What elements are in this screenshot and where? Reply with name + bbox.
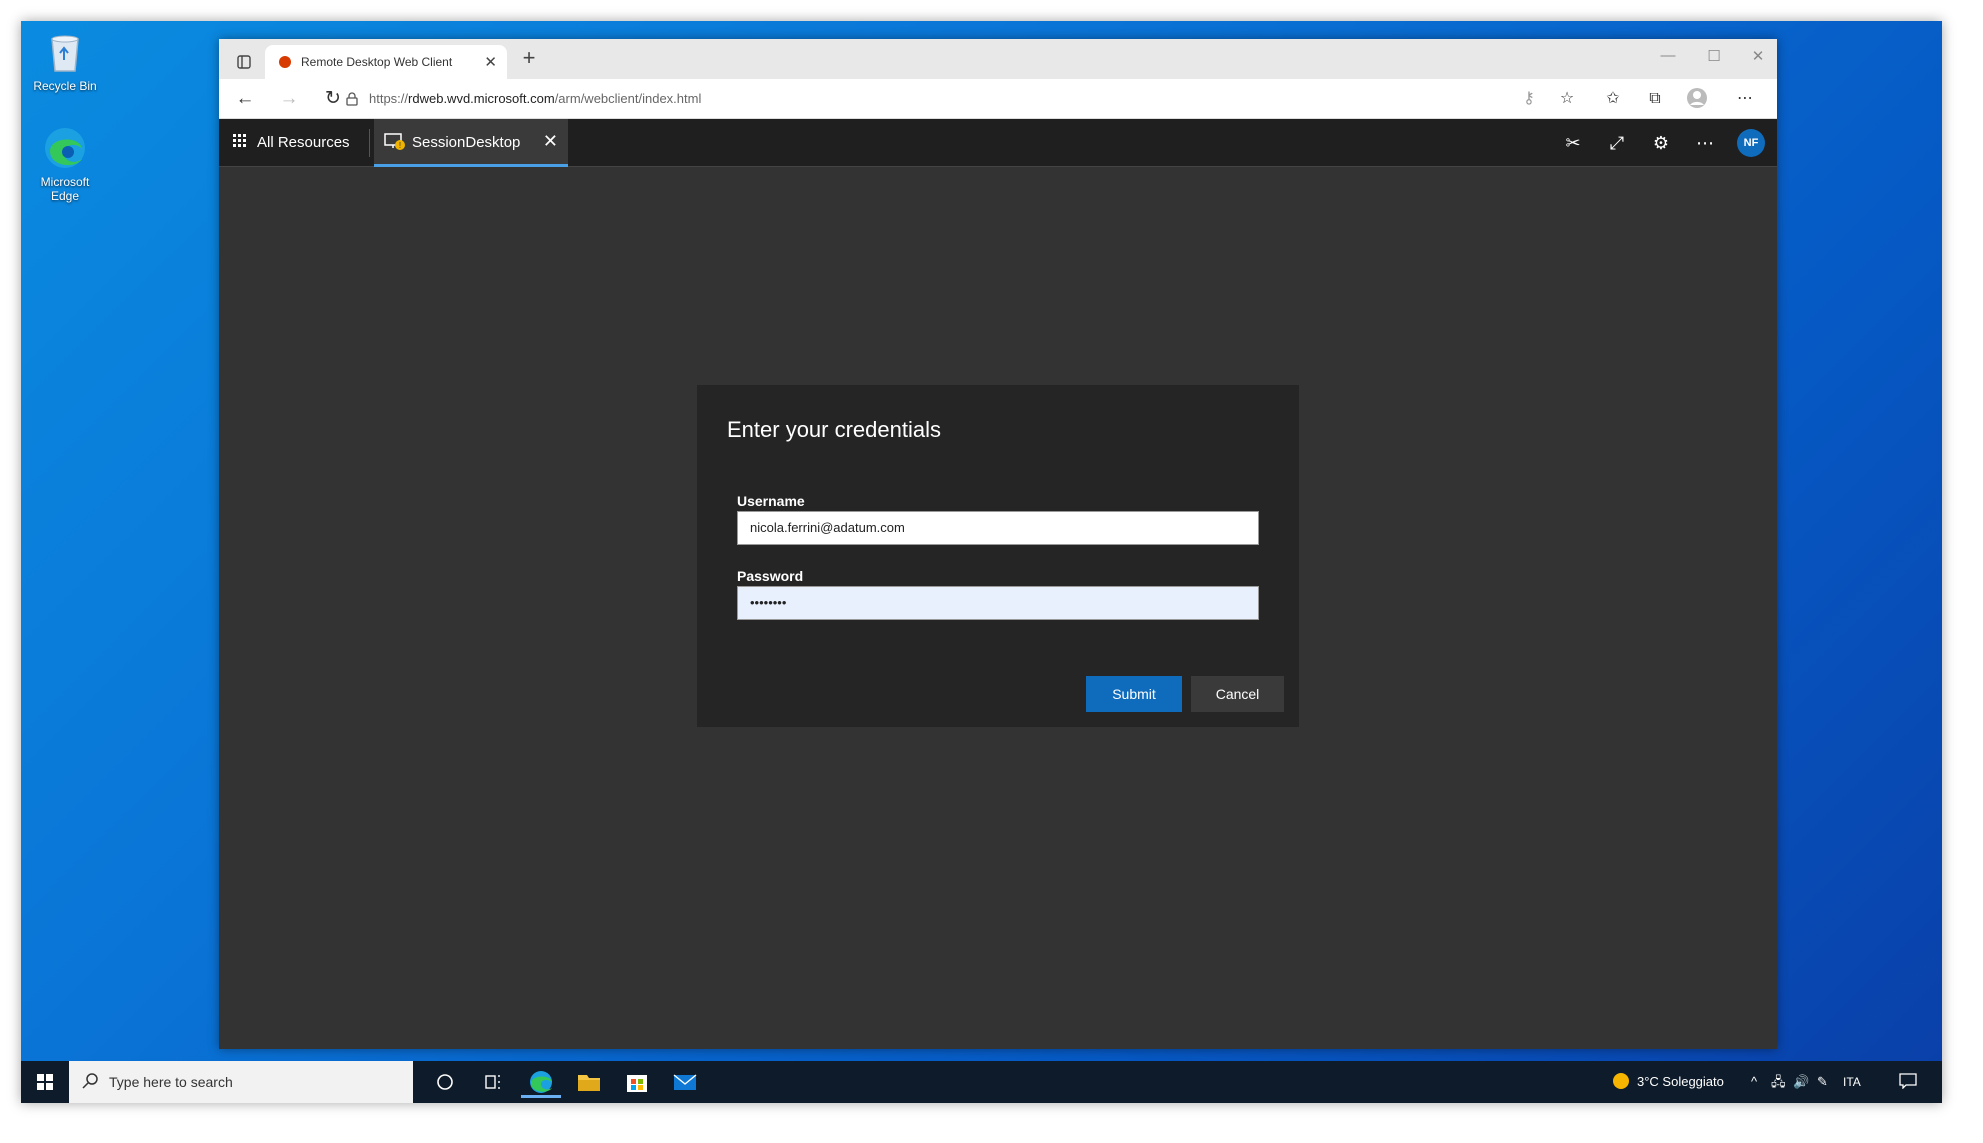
weather-widget[interactable]: 3°C Soleggiato — [1613, 1061, 1724, 1103]
task-view-icon[interactable] — [473, 1066, 513, 1098]
maximize-icon[interactable]: ☐ — [1699, 47, 1729, 65]
session-tab-label: SessionDesktop — [412, 134, 521, 151]
favorites-icon[interactable]: ✩ — [1599, 87, 1627, 111]
forward-icon[interactable]: → — [275, 87, 303, 111]
session-close-icon[interactable]: ✕ — [543, 131, 558, 152]
url-path: /arm/webclient/index.html — [554, 91, 702, 106]
taskbar-edge-icon[interactable] — [521, 1066, 561, 1098]
browser-window: Remote Desktop Web Client ✕ + — ☐ ✕ ← → … — [219, 39, 1777, 1049]
search-icon — [81, 1071, 101, 1091]
sun-icon — [1613, 1073, 1629, 1089]
settings-gear-icon[interactable]: ⚙ — [1647, 131, 1675, 155]
weather-text: 3°C Soleggiato — [1637, 1074, 1724, 1089]
add-favorite-icon[interactable]: ☆ — [1553, 87, 1581, 111]
language-indicator[interactable]: ITA — [1843, 1061, 1861, 1103]
fullscreen-icon[interactable]: ⤢ — [1603, 131, 1631, 155]
tab-close-icon[interactable]: ✕ — [484, 53, 497, 71]
username-label: Username — [737, 493, 805, 509]
edge-shortcut[interactable]: Microsoft Edge — [25, 125, 105, 203]
password-label: Password — [737, 568, 804, 584]
mail-icon[interactable] — [665, 1066, 705, 1098]
credentials-dialog: Enter your credentials Username nicola.f… — [697, 385, 1299, 727]
network-icon[interactable]: 🖧 — [1771, 1061, 1786, 1103]
show-hidden-icons-icon[interactable]: ^ — [1751, 1061, 1757, 1103]
pen-icon[interactable]: ✎ — [1817, 1061, 1828, 1103]
profile-icon[interactable] — [1683, 87, 1711, 111]
taskbar: Type here to search 3°C Soleggiato ^ 🖧 🔊… — [21, 1061, 1942, 1103]
submit-button[interactable]: Submit — [1086, 676, 1182, 712]
url-input[interactable]: https://rdweb.wvd.microsoft.com/arm/webc… — [369, 91, 701, 106]
cancel-button[interactable]: Cancel — [1191, 676, 1284, 712]
recycle-bin-icon — [42, 29, 88, 75]
apps-grid-icon — [233, 120, 247, 147]
error-favicon-icon — [279, 56, 291, 68]
minimize-icon[interactable]: — — [1653, 47, 1683, 64]
key-icon[interactable]: ⚷ — [1515, 87, 1543, 111]
tab-title: Remote Desktop Web Client — [301, 55, 453, 69]
svg-text:!: ! — [399, 141, 401, 150]
unpin-icon[interactable]: ✂ — [1559, 131, 1587, 155]
remote-session-canvas: Enter your credentials Username nicola.f… — [219, 168, 1777, 1049]
start-button[interactable] — [21, 1061, 69, 1103]
url-host: rdweb.wvd.microsoft.com — [408, 91, 555, 106]
more-menu-icon[interactable]: ⋯ — [1731, 87, 1759, 111]
more-options-icon[interactable]: ⋯ — [1691, 131, 1719, 155]
collections-icon[interactable]: ⧉ — [1641, 87, 1669, 111]
user-avatar[interactable]: NF — [1737, 129, 1765, 157]
dialog-title: Enter your credentials — [727, 417, 941, 442]
url-prefix: https:// — [369, 91, 409, 106]
all-resources-button[interactable]: All Resources — [233, 119, 350, 167]
tab-actions-icon[interactable] — [229, 49, 259, 75]
browser-tab[interactable]: Remote Desktop Web Client ✕ — [265, 45, 507, 79]
password-field[interactable]: •••••••• — [737, 586, 1259, 620]
search-placeholder: Type here to search — [109, 1074, 233, 1090]
address-bar: ← → ↻ https://rdweb.wvd.microsoft.com/ar… — [219, 79, 1777, 119]
recycle-bin-label: Recycle Bin — [33, 79, 97, 93]
session-tab[interactable]: ! SessionDesktop ✕ — [374, 119, 568, 167]
volume-icon[interactable]: 🔊 — [1793, 1061, 1809, 1103]
cortana-icon[interactable] — [425, 1066, 465, 1098]
session-desktop-icon: ! — [384, 133, 406, 151]
rd-app-bar: All Resources ! SessionDesktop ✕ ✂ ⤢ ⚙ ⋯… — [219, 119, 1777, 167]
back-icon[interactable]: ← — [231, 87, 259, 111]
tab-bar: Remote Desktop Web Client ✕ + — ☐ ✕ — [219, 39, 1777, 79]
store-icon[interactable] — [617, 1066, 657, 1098]
all-resources-label: All Resources — [257, 134, 350, 151]
close-window-icon[interactable]: ✕ — [1743, 47, 1773, 65]
username-field[interactable]: nicola.ferrini@adatum.com — [737, 511, 1259, 545]
new-tab-icon[interactable]: + — [515, 45, 543, 71]
lock-icon[interactable] — [345, 92, 359, 111]
taskbar-search[interactable]: Type here to search — [69, 1061, 413, 1103]
file-explorer-icon[interactable] — [569, 1066, 609, 1098]
desktop: Recycle Bin Microsoft Edge Remote Deskto… — [21, 21, 1942, 1103]
notifications-icon[interactable] — [1899, 1061, 1917, 1103]
recycle-bin-shortcut[interactable]: Recycle Bin — [25, 29, 105, 93]
divider — [369, 129, 370, 157]
edge-icon — [42, 125, 88, 171]
refresh-icon[interactable]: ↻ — [319, 87, 347, 111]
edge-label: Microsoft Edge — [40, 175, 90, 203]
